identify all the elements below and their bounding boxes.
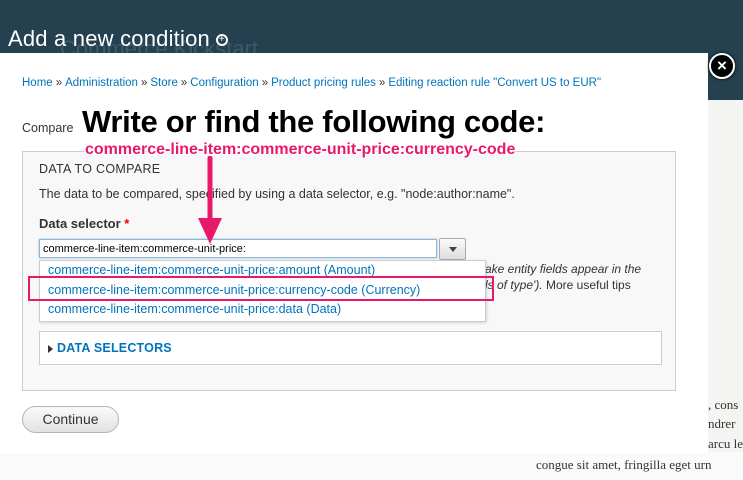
autocomplete-toggle-button[interactable] — [439, 238, 466, 260]
autocomplete-option-data[interactable]: commerce-line-item:commerce-unit-price:d… — [48, 302, 341, 316]
background-text-line: ndrer — [708, 416, 736, 431]
breadcrumb-editing-rule[interactable]: Editing reaction rule "Convert US to EUR… — [388, 77, 601, 89]
breadcrumb-home[interactable]: Home — [22, 77, 53, 89]
background-text-line: congue sit amet, fringilla eget urn — [536, 457, 712, 472]
help-line-1: ake entity fields appear in the — [485, 262, 642, 276]
annotation-code: commerce-line-item:commerce-unit-price:c… — [85, 141, 516, 158]
close-icon[interactable]: × — [709, 53, 735, 79]
autocomplete-option-amount[interactable]: commerce-line-item:commerce-unit-price:a… — [48, 263, 375, 277]
breadcrumb: Home» Administration» Store» Configuration»… — [22, 77, 601, 89]
breadcrumb-store[interactable]: Store — [150, 77, 178, 89]
breadcrumb-separator: » — [140, 77, 148, 89]
selector-help-text: ake entity fields appear in the ls of ty… — [485, 261, 641, 293]
breadcrumb-separator: » — [55, 77, 63, 89]
fieldset-legend: DATA TO COMPARE — [39, 162, 161, 176]
continue-button[interactable]: Continue — [22, 406, 119, 433]
compare-label: Compare — [22, 121, 74, 135]
data-selector-label: Data selector * — [39, 216, 129, 231]
data-selectors-label: DATA SELECTORS — [57, 341, 172, 355]
page-title-text: Add a new condition — [8, 26, 210, 51]
breadcrumb-separator: » — [378, 77, 386, 89]
fieldset-description: The data to be compared, specified by us… — [39, 187, 515, 201]
page-title: Add a new condition + — [8, 26, 228, 52]
breadcrumb-product-pricing-rules[interactable]: Product pricing rules — [271, 77, 376, 89]
background-text-line: , cons — [708, 397, 739, 412]
annotation-heading: Write or find the following code: — [82, 104, 546, 139]
annotation-highlight-box — [28, 276, 494, 301]
annotation-arrow-icon — [198, 156, 222, 244]
breadcrumb-configuration[interactable]: Configuration — [190, 77, 258, 89]
breadcrumb-administration[interactable]: Administration — [65, 77, 138, 89]
help-line-2: ls of type'). More useful tips — [485, 277, 641, 293]
plus-icon[interactable]: + — [215, 34, 228, 47]
help-line-2-text: More useful tips — [542, 278, 631, 292]
data-selectors-collapsible[interactable]: DATA SELECTORS — [39, 331, 662, 365]
chevron-down-icon — [449, 247, 457, 252]
breadcrumb-separator: » — [180, 77, 188, 89]
data-to-compare-fieldset: DATA TO COMPARE The data to be compared,… — [22, 151, 676, 391]
background-text-line: arcu le — [708, 436, 743, 451]
caret-right-icon — [48, 345, 53, 353]
breadcrumb-separator: » — [261, 77, 269, 89]
data-selector-input[interactable] — [39, 239, 437, 258]
required-marker: * — [124, 216, 130, 231]
data-selector-label-text: Data selector — [39, 216, 121, 231]
